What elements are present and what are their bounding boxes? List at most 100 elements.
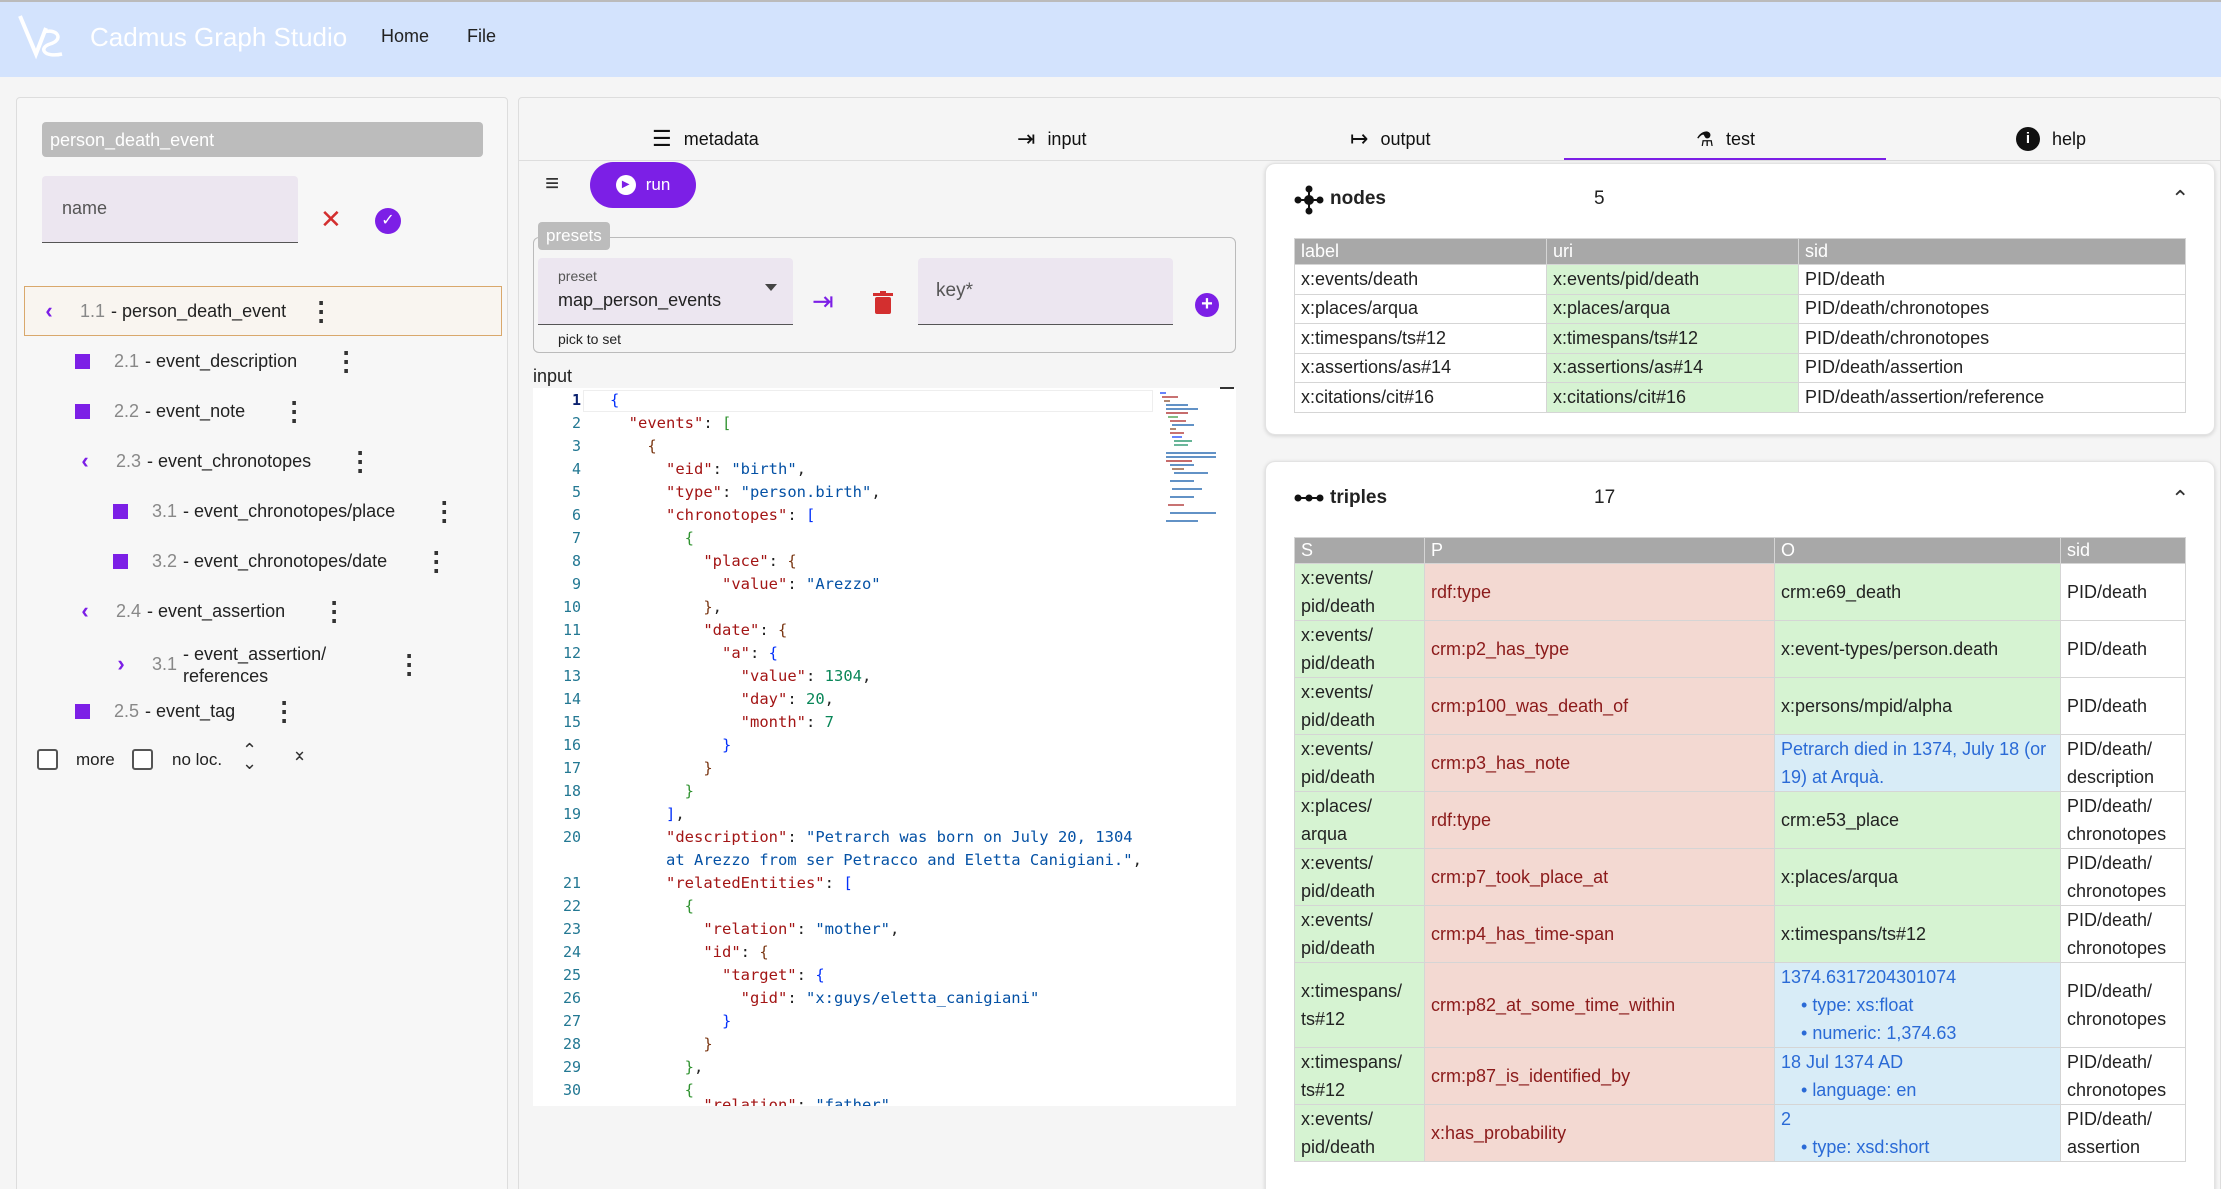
tree-node-event-description[interactable]: 2.1 - event_description ⋮ <box>75 336 359 386</box>
tab-input[interactable]: ⇥ input <box>1017 118 1086 160</box>
collapse-all-icon[interactable]: ⌄ ⌃ <box>292 741 307 772</box>
triple-predicate: x:has_probability <box>1424 1104 1775 1162</box>
tree-node-event-chronotopes-date[interactable]: 3.2 - event_chronotopes/date ⋮ <box>113 536 449 586</box>
code-line: "relation": "mother", <box>703 920 900 938</box>
triple-subject: x:events/pid/death <box>1294 734 1425 792</box>
tree-node-label: - event_tag <box>145 700 236 721</box>
tab-metadata[interactable]: ☰ metadata <box>652 118 759 160</box>
triple-sid: PID/death <box>2060 677 2186 735</box>
triple-object: 2 type: xsd:short <box>1774 1104 2061 1162</box>
delete-icon[interactable] <box>873 291 893 315</box>
tab-test[interactable]: ⚗ test <box>1696 118 1755 160</box>
nav-file-button[interactable]: File <box>467 26 496 47</box>
more-checkbox[interactable] <box>37 749 58 770</box>
load-preset-icon[interactable]: ⇥ <box>812 286 834 317</box>
more-vert-icon[interactable]: ⋮ <box>321 598 347 624</box>
code-line: "gid": "x:guys/eletta_canigiani" <box>740 989 1040 1007</box>
line-number: 30 <box>562 1081 581 1099</box>
chevron-up-icon[interactable]: ⌃ <box>2171 486 2189 512</box>
run-button[interactable]: ▶ run <box>590 162 696 208</box>
line-number: 6 <box>571 506 581 524</box>
mapping-name-chip: person_death_event <box>42 122 483 157</box>
table-row[interactable]: x:events/pid/death crm:p4_has_time-span x:… <box>1294 905 2186 963</box>
triple-predicate: crm:p2_has_type <box>1424 620 1775 678</box>
subject-line: ts#12 <box>1301 1009 1346 1029</box>
more-vert-icon[interactable]: ⋮ <box>308 298 334 324</box>
line-number: 11 <box>562 621 581 639</box>
sid-line: PID/death/ <box>2067 1052 2153 1072</box>
table-row[interactable]: x:timespans/ts#12 crm:p87_is_identified_b… <box>1294 1047 2186 1105</box>
more-vert-icon[interactable]: ⋮ <box>423 548 449 574</box>
list-icon: ☰ <box>652 126 672 151</box>
table-row[interactable]: x:events/pid/death crm:p100_was_death_of x… <box>1294 677 2186 735</box>
chevron-right-icon[interactable]: › <box>110 651 132 677</box>
key-input[interactable]: key* <box>918 258 1173 325</box>
no-loc-label: no loc. <box>172 750 223 769</box>
table-row[interactable]: x:events/pid/death crm:p7_took_place_at x:… <box>1294 848 2186 906</box>
table-row[interactable]: x:citations/cit#16 x:citations/cit#16 PID/… <box>1294 382 2186 413</box>
tree-node-event-assertion[interactable]: ‹ 2.4 - event_assertion ⋮ <box>74 586 347 636</box>
leaf-square-icon <box>75 703 90 719</box>
tree-node-event-chronotopes-place[interactable]: 3.1 - event_chronotopes/place ⋮ <box>113 486 457 536</box>
table-row[interactable]: x:places/arqua rdf:type crm:e53_place PID/d… <box>1294 791 2186 849</box>
more-vert-icon[interactable]: ⋮ <box>431 498 457 524</box>
expand-all-icon[interactable]: ⌃ ⌄ <box>242 741 257 772</box>
preset-select[interactable]: preset map_person_events <box>538 258 793 325</box>
code-line: "relatedEntities": [ <box>666 874 853 892</box>
tab-output[interactable]: ↦ output <box>1350 118 1430 160</box>
more-vert-icon[interactable]: ⋮ <box>281 398 307 424</box>
tree-node-event-note[interactable]: 2.2 - event_note ⋮ <box>75 386 307 436</box>
line-number: 25 <box>562 966 581 984</box>
code-line: "chronotopes": [ <box>666 506 816 524</box>
table-row[interactable]: x:timespans/ts#12 x:timespans/ts#12 PID/de… <box>1294 323 2186 354</box>
line-number: 22 <box>562 897 581 915</box>
line-number: 12 <box>562 644 581 662</box>
sid-line: PID/death/ <box>2067 910 2153 930</box>
node-label: x:assertions/as#14 <box>1294 352 1547 383</box>
code-line: "value": 1304, <box>740 667 872 685</box>
nav-home-button[interactable]: Home <box>381 26 429 47</box>
sort-icon[interactable]: ≡ <box>545 172 559 196</box>
object-value: Petrarch died in 1374, July 18 (or 19) a… <box>1781 739 2047 787</box>
tree-node-event-tag[interactable]: 2.5 - event_tag ⋮ <box>75 686 297 736</box>
name-input[interactable]: name <box>42 176 298 243</box>
run-label: run <box>645 175 671 194</box>
more-vert-icon[interactable]: ⋮ <box>396 651 422 677</box>
table-row[interactable]: x:assertions/as#14 x:assertions/as#14 PID/… <box>1294 352 2186 383</box>
close-icon[interactable]: ✕ <box>320 204 342 235</box>
chevron-up-icon[interactable]: ⌃ <box>2171 186 2189 212</box>
triple-object: 1374.6317204301074 type: xs:floatnumeric:… <box>1774 962 2061 1048</box>
nodes-count: 5 <box>1594 188 1605 209</box>
chevron-left-icon[interactable]: ‹ <box>38 298 60 324</box>
node-sid: PID/death/assertion/reference <box>1798 382 2186 413</box>
table-row[interactable]: x:events/death x:events/pid/death PID/deat… <box>1294 264 2186 295</box>
code-line: }, <box>703 598 723 616</box>
editor-minimap[interactable] <box>1158 390 1218 530</box>
tree-node-event-assertion-references[interactable]: › 3.1 - event_assertion/ references ⋮ <box>110 636 422 692</box>
sid-line: PID/death/ <box>2067 796 2153 816</box>
tab-help[interactable]: i help <box>2016 118 2086 160</box>
table-row[interactable]: x:places/arqua x:places/arqua PID/death/ch… <box>1294 293 2186 324</box>
more-vert-icon[interactable]: ⋮ <box>271 698 297 724</box>
tree-node-person-death-event[interactable]: ‹ 1.1 - person_death_event ⋮ <box>38 286 334 336</box>
triple-object: x:places/arqua <box>1774 848 2061 906</box>
object-value: x:event-types/person.death <box>1781 639 1999 659</box>
add-circle-icon[interactable]: + <box>1195 293 1219 317</box>
line-number: 28 <box>562 1035 581 1053</box>
table-row[interactable]: x:timespans/ts#12 crm:p82_at_some_time_wi… <box>1294 962 2186 1048</box>
tree-node-event-chronotopes[interactable]: ‹ 2.3 - event_chronotopes ⋮ <box>74 436 373 486</box>
table-row[interactable]: x:events/pid/death rdf:type crm:e69_death P… <box>1294 563 2186 621</box>
object-attribute: type: xsd:short <box>1801 1133 2054 1161</box>
no-loc-checkbox[interactable] <box>132 749 153 770</box>
chevron-left-icon[interactable]: ‹ <box>74 598 96 624</box>
minimap-slider[interactable] <box>1220 387 1234 389</box>
more-vert-icon[interactable]: ⋮ <box>333 348 359 374</box>
leaf-square-icon <box>113 553 128 569</box>
check-icon[interactable]: ✓ <box>375 208 401 234</box>
table-row[interactable]: x:events/pid/deathx:has_probability2type… <box>1294 1104 2186 1162</box>
subject-line: x:timespans/ <box>1301 981 1403 1001</box>
chevron-left-icon[interactable]: ‹ <box>74 448 96 474</box>
table-row[interactable]: x:events/pid/death crm:p2_has_type x:event… <box>1294 620 2186 678</box>
more-vert-icon[interactable]: ⋮ <box>347 448 373 474</box>
table-row[interactable]: x:events/pid/death crm:p3_has_note Petrarc… <box>1294 734 2186 792</box>
